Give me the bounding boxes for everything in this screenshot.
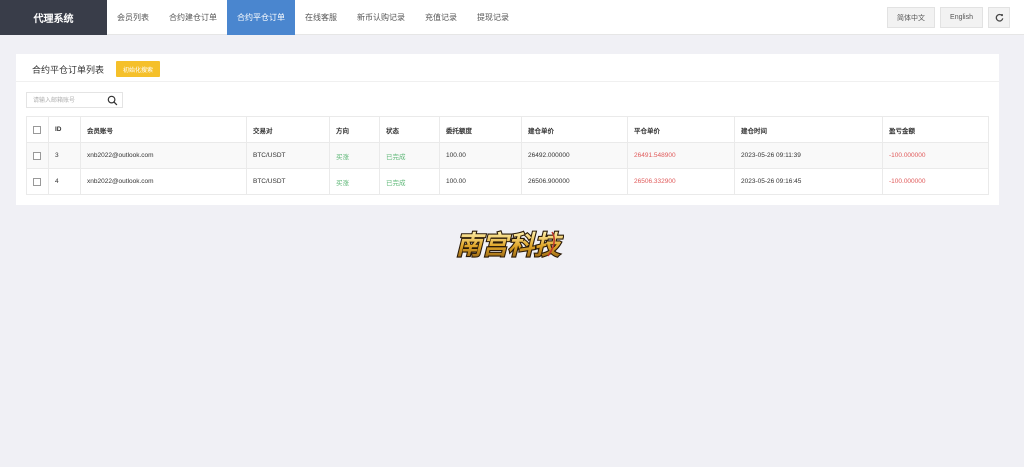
refresh-button[interactable] xyxy=(988,7,1010,28)
col-header-id: ID xyxy=(48,116,81,143)
nav-item-online-support[interactable]: 在线客服 xyxy=(295,0,347,35)
cell-close-price: 26506.332900 xyxy=(627,168,735,195)
cell-direction: 买涨 xyxy=(329,142,380,169)
lang-zh-button[interactable]: 简体中文 xyxy=(887,7,936,28)
row-select-cell xyxy=(26,142,49,169)
lang-en-button[interactable]: English xyxy=(940,7,983,28)
cell-status: 已完成 xyxy=(379,142,440,169)
col-header-amount: 委托额度 xyxy=(439,116,522,143)
cell-close-price: 26491.548900 xyxy=(627,142,735,169)
cell-open-price: 26492.000000 xyxy=(521,142,628,169)
app-brand: 代理系统 xyxy=(0,0,107,35)
orders-table: ID 会员账号 交易对 方向 状态 委托额度 建仓单价 平仓单价 建仓时间 盈亏… xyxy=(26,116,989,195)
init-search-button[interactable]: 初始化搜索 xyxy=(116,61,161,77)
cell-pair: BTC/USDT xyxy=(246,142,330,169)
top-bar: 代理系统 会员列表 合约建仓订单 合约平仓订单 在线客服 新币认购记录 充值记录… xyxy=(0,0,1024,35)
nav-item-withdraw-records[interactable]: 提现记录 xyxy=(467,0,519,35)
col-header-open-price: 建仓单价 xyxy=(521,116,628,143)
brand-logo-image: 南宫科技 xyxy=(455,230,564,262)
table-header-row: ID 会员账号 交易对 方向 状态 委托额度 建仓单价 平仓单价 建仓时间 盈亏… xyxy=(26,116,989,143)
col-header-close-price: 平仓单价 xyxy=(627,116,735,143)
select-all-cell xyxy=(26,116,49,143)
col-header-status: 状态 xyxy=(379,116,440,143)
header-tools: 简体中文 English xyxy=(887,7,1010,28)
cell-amount: 100.00 xyxy=(439,142,522,169)
card-header: 合约平仓订单列表 初始化搜索 xyxy=(16,54,999,82)
table-row[interactable]: 4 xnb2022@outlook.com BTC/USDT 买涨 已完成 10… xyxy=(26,168,989,195)
cell-id: 4 xyxy=(48,168,81,195)
table-row[interactable]: 3 xnb2022@outlook.com BTC/USDT 买涨 已完成 10… xyxy=(26,142,989,169)
cell-account: xnb2022@outlook.com xyxy=(80,142,247,169)
row-checkbox[interactable] xyxy=(33,177,41,186)
nav-item-open-orders[interactable]: 合约建仓订单 xyxy=(159,0,227,35)
row-checkbox[interactable] xyxy=(33,151,41,160)
select-all-checkbox[interactable] xyxy=(33,125,41,134)
card-title: 合约平仓订单列表 xyxy=(32,65,105,75)
main-nav: 会员列表 合约建仓订单 合约平仓订单 在线客服 新币认购记录 充值记录 提现记录 xyxy=(107,0,519,35)
search-box xyxy=(26,92,123,108)
cell-amount: 100.00 xyxy=(439,168,522,195)
nav-item-close-orders[interactable]: 合约平仓订单 xyxy=(227,0,295,35)
search-input[interactable] xyxy=(33,95,103,106)
nav-item-subscription-records[interactable]: 新币认购记录 xyxy=(347,0,415,35)
cell-direction: 买涨 xyxy=(329,168,380,195)
row-select-cell xyxy=(26,168,49,195)
cell-open-time: 2023-05-26 09:11:39 xyxy=(734,142,883,169)
cell-status: 已完成 xyxy=(379,168,440,195)
refresh-icon xyxy=(995,13,1003,22)
cell-pair: BTC/USDT xyxy=(246,168,330,195)
cell-pnl: -100.000000 xyxy=(882,142,989,169)
orders-card: 合约平仓订单列表 初始化搜索 ID 会员账号 交易对 方向 状态 委托额度 建仓… xyxy=(16,54,999,205)
cell-pnl: -100.000000 xyxy=(882,168,989,195)
cell-open-price: 26506.900000 xyxy=(521,168,628,195)
search-icon[interactable] xyxy=(107,95,118,106)
cell-account: xnb2022@outlook.com xyxy=(80,168,247,195)
cell-open-time: 2023-05-26 09:16:45 xyxy=(734,168,883,195)
col-header-account: 会员账号 xyxy=(80,116,247,143)
col-header-open-time: 建仓时间 xyxy=(734,116,883,143)
col-header-pair: 交易对 xyxy=(246,116,330,143)
logo-text: 南宫科技 xyxy=(456,231,564,261)
nav-item-member-list[interactable]: 会员列表 xyxy=(107,0,159,35)
cell-id: 3 xyxy=(48,142,81,169)
col-header-pnl: 盈亏金额 xyxy=(882,116,989,143)
col-header-direction: 方向 xyxy=(329,116,380,143)
nav-item-deposit-records[interactable]: 充值记录 xyxy=(415,0,467,35)
